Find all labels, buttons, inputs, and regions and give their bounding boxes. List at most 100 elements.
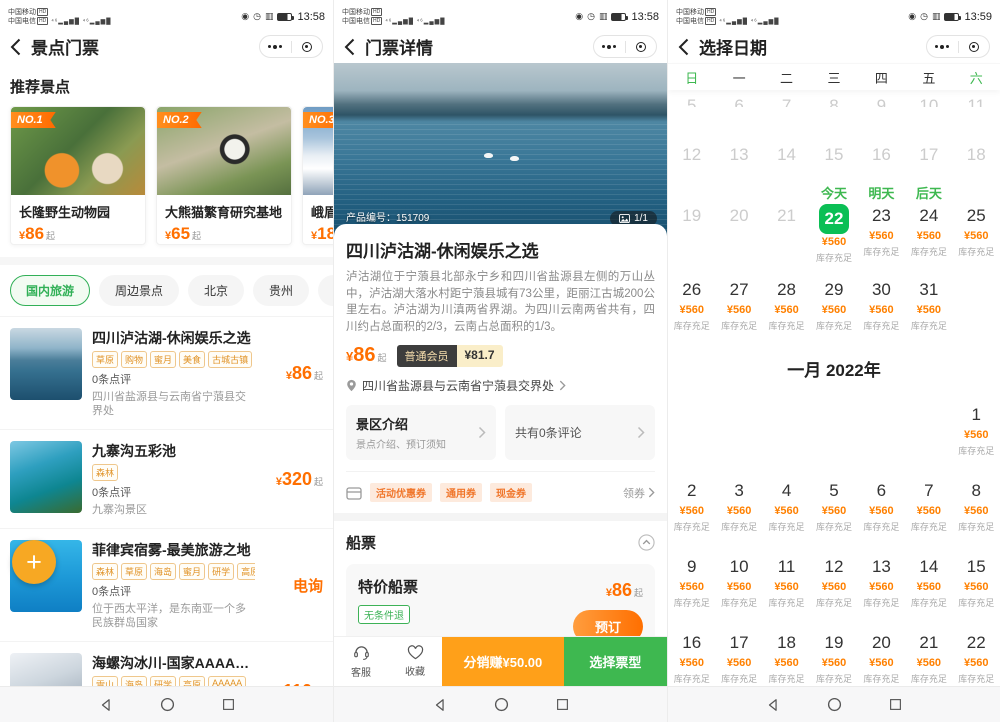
calendar-day[interactable]: 31¥560库存充足 [905,278,952,330]
calendar-day: 20 [715,183,762,262]
calendar-day[interactable]: 3¥560库存充足 [715,479,762,531]
capsule-more-button[interactable] [594,45,625,49]
hero-photo[interactable]: 产品编号：151709 1/1 [334,63,667,236]
calendar-day[interactable]: 17¥560库存充足 [715,631,762,683]
tag-row: 草原购物蜜月美食古城古镇 [92,351,255,368]
calendar-day[interactable]: 19¥560库存充足 [810,631,857,683]
calendar-day[interactable]: 8¥560库存充足 [953,479,1000,531]
android-back-button[interactable] [433,698,447,712]
filter-tab[interactable]: 周边景点 [99,275,179,306]
calendar-day[interactable]: 16¥560库存充足 [668,631,715,683]
calendar-day[interactable]: 20¥560库存充足 [858,631,905,683]
capsule-close-button[interactable] [626,42,657,52]
intro-card[interactable]: 景区介绍 景点介绍、预订须知 [346,405,496,460]
calendar-day[interactable]: 10¥560库存充足 [715,555,762,607]
capsule-more-button[interactable] [927,45,958,49]
day-stock: 库存充足 [763,596,810,607]
day-number: 14 [777,145,796,164]
recommended-card[interactable]: NO.1长隆野生动物园¥86起 [10,106,146,245]
item-thumbnail [10,328,82,400]
location-pin-icon [346,379,357,392]
product-code: 产品编号：151709 [346,209,429,224]
calendar-day[interactable]: 29¥560库存充足 [810,278,857,330]
recommended-card[interactable]: NO.3峨眉山-佛¥180起 [302,106,333,245]
calendar-day[interactable]: 明天23¥560库存充足 [858,183,905,262]
calendar-day[interactable]: 4¥560库存充足 [763,479,810,531]
calendar-day[interactable]: 2¥560库存充足 [668,479,715,531]
favorite-button[interactable]: 收藏 [388,637,442,686]
calendar-day[interactable]: 11¥560库存充足 [763,555,810,607]
select-ticket-type-button[interactable]: 选择票型 [564,637,667,686]
capsule-close-button[interactable] [292,42,323,52]
calendar-day[interactable]: 30¥560库存充足 [858,278,905,330]
list-item[interactable]: 九寨沟五彩池森林0条点评九寨沟景区¥320起 [0,429,333,528]
calendar-day[interactable]: 1¥560库存充足 [953,403,1000,455]
calendar-day[interactable]: 5¥560库存充足 [810,479,857,531]
day-number: 8 [972,481,981,500]
calendar-day[interactable]: 6¥560库存充足 [858,479,905,531]
calendar-day[interactable]: 15¥560库存充足 [953,555,1000,607]
distribution-share-button[interactable]: 分销赚¥50.00 [442,637,564,686]
filter-tab[interactable]: 贵州 [253,275,309,306]
price-suffix: 起 [314,477,323,487]
price-suffix: 起 [314,371,323,381]
android-recents-button[interactable] [556,698,569,711]
calendar-day[interactable]: 25¥560库存充足 [953,183,1000,262]
filter-tab[interactable]: 国内旅游 [10,275,90,306]
calendar-day[interactable]: 13¥560库存充足 [858,555,905,607]
filter-tab[interactable]: 西城 [318,275,333,306]
day-number: 19 [825,633,844,652]
coupon-badges: 活动优惠券通用券现金券 [370,483,532,502]
list-item[interactable]: 四川泸沽湖-休闲娱乐之选草原购物蜜月美食古城古镇0条点评四川省盐源县与云南省宁蒗… [0,316,333,429]
day-price: ¥560 [668,657,715,670]
day-price: ¥560 [953,230,1000,243]
back-button[interactable] [10,38,21,56]
review-count: 0条点评 [92,371,255,387]
android-home-button[interactable] [494,697,509,712]
capsule-more-button[interactable] [260,45,291,49]
back-button[interactable] [678,38,689,56]
calendar-day[interactable]: 后天24¥560库存充足 [905,183,952,262]
status-time: 13:58 [631,11,659,23]
calendar-day[interactable]: 7¥560库存充足 [905,479,952,531]
calendar-day[interactable]: 今天22¥560库存充足 [810,183,857,262]
android-home-button[interactable] [160,697,175,712]
recommended-card[interactable]: NO.2大熊猫繁育研究基地¥65起 [156,106,292,245]
day-price: ¥560 [715,581,762,594]
feature-tag: 海岛 [150,563,176,580]
calendar-day[interactable]: 28¥560库存充足 [763,278,810,330]
calendar-day[interactable]: 22¥560库存充足 [953,631,1000,683]
coupon-row: 活动优惠券通用券现金券 领券 [346,471,655,513]
back-button[interactable] [344,38,355,56]
price-amount: 180 [317,224,333,243]
calendar-day[interactable]: 9¥560库存充足 [668,555,715,607]
list-item[interactable]: 菲律宾宿雾-最美旅游之地森林草原海岛蜜月研学高原0条点评位于西太平洋，是东南亚一… [0,528,333,641]
filter-tab[interactable]: 北京 [188,275,244,306]
android-back-button[interactable] [99,698,113,712]
day-label: 今天 [810,183,857,204]
android-recents-button[interactable] [889,698,902,711]
android-recents-button[interactable] [222,698,235,711]
comments-card[interactable]: 共有0条评论 [505,405,655,460]
calendar-day[interactable]: 12¥560库存充足 [810,555,857,607]
calendar-day[interactable]: 21¥560库存充足 [905,631,952,683]
collapse-icon[interactable] [638,534,655,551]
customer-service-button[interactable]: 客服 [334,637,388,686]
calendar-day[interactable]: 14¥560库存充足 [905,555,952,607]
calendar-day[interactable]: 18¥560库存充足 [763,631,810,683]
calendar-day[interactable]: 27¥560库存充足 [715,278,762,330]
hd-badge: HD [705,8,716,16]
address-row[interactable]: 四川省盐源县与云南省宁蒗县交界处 [346,377,655,394]
price-inquiry: 电询 [293,578,323,595]
get-coupon-button[interactable]: 领券 [623,485,655,501]
capsule-close-button[interactable] [959,42,990,52]
calendar-day: 16 [858,143,905,167]
android-home-button[interactable] [827,697,842,712]
vibrate-icon: ▥ [932,11,941,22]
day-number: 6 [877,481,886,500]
floating-add-button[interactable]: + [12,540,56,584]
calendar-day[interactable]: 26¥560库存充足 [668,278,715,330]
day-label [715,183,762,204]
android-back-button[interactable] [766,698,780,712]
day-number: 12 [682,145,701,164]
